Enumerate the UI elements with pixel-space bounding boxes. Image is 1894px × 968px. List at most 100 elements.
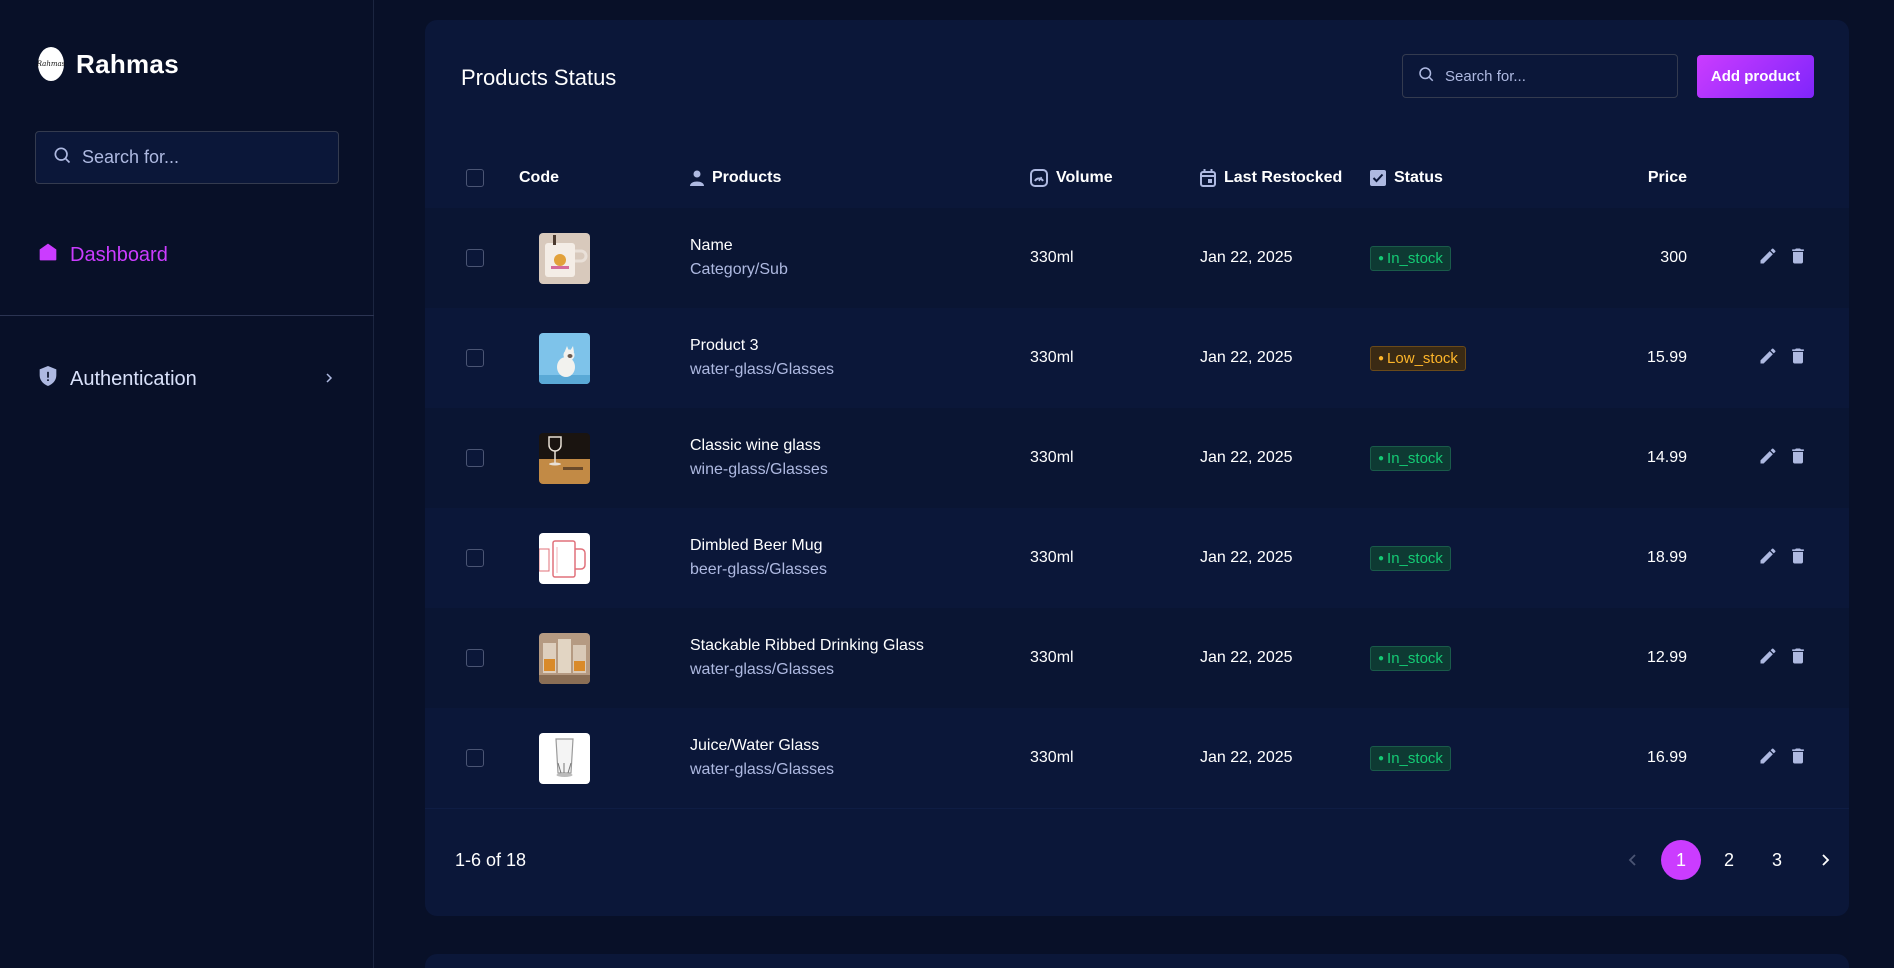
chevron-left-icon	[1628, 854, 1636, 866]
header-products-label: Products	[712, 169, 782, 186]
products-search-input[interactable]	[1445, 67, 1665, 85]
next-page-button[interactable]	[1805, 840, 1845, 880]
product-thumbnail	[539, 432, 590, 484]
product-name[interactable]: Juice/Water Glass	[690, 737, 834, 755]
brand[interactable]: Rahmas Rahmas	[37, 47, 179, 81]
status-cell: ● Low_stock	[1370, 345, 1466, 371]
product-name[interactable]: Dimbled Beer Mug	[690, 537, 827, 555]
table-row[interactable]: Classic wine glass wine-glass/Glasses 33…	[425, 408, 1849, 508]
edit-icon[interactable]	[1758, 346, 1778, 371]
chevron-right-icon	[1822, 854, 1830, 866]
product-cell: Dimbled Beer Mug beer-glass/Glasses	[690, 537, 827, 579]
table-row[interactable]: Name Category/Sub 330ml Jan 22, 2025 ● In…	[425, 208, 1849, 308]
row-check-cell	[466, 249, 484, 267]
add-product-button[interactable]: Add product	[1697, 55, 1814, 98]
row-checkbox[interactable]	[466, 449, 484, 467]
brand-name: Rahmas	[76, 48, 179, 79]
table-row[interactable]: Product 3 water-glass/Glasses 330ml Jan …	[425, 308, 1849, 408]
products-search[interactable]	[1402, 54, 1678, 98]
product-name[interactable]: Product 3	[690, 337, 834, 355]
date-cell: Jan 22, 2025	[1200, 549, 1293, 566]
header-volume[interactable]: Volume	[1030, 168, 1113, 187]
product-thumbnail	[539, 632, 590, 684]
edit-icon[interactable]	[1758, 746, 1778, 771]
product-cell: Stackable Ribbed Drinking Glass water-gl…	[690, 637, 924, 679]
home-icon	[38, 242, 58, 268]
delete-icon[interactable]	[1788, 446, 1808, 471]
row-check-cell	[466, 449, 484, 467]
delete-icon[interactable]	[1788, 646, 1808, 671]
row-checkbox[interactable]	[466, 549, 484, 567]
page-title: Products Status	[461, 65, 617, 90]
product-category: water-glass/Glasses	[690, 661, 835, 678]
row-checkbox[interactable]	[466, 349, 484, 367]
header-products[interactable]: Products	[690, 169, 781, 187]
previous-page-button[interactable]	[1613, 840, 1653, 880]
next-card	[425, 954, 1849, 968]
delete-icon[interactable]	[1788, 246, 1808, 271]
header-price[interactable]: Price	[1648, 169, 1687, 187]
sidebar-search[interactable]	[35, 131, 339, 184]
date-cell: Jan 22, 2025	[1200, 349, 1293, 366]
product-thumbnail	[539, 232, 590, 284]
row-check-cell	[466, 749, 484, 767]
status-dot: ●	[1378, 753, 1385, 765]
gauge-icon	[1030, 168, 1048, 187]
page-1-button[interactable]: 1	[1661, 840, 1701, 880]
status-text: In_stock	[1387, 449, 1443, 467]
sidebar: Rahmas Rahmas Dashboard Authentication	[0, 0, 374, 968]
edit-icon[interactable]	[1758, 546, 1778, 571]
header-status[interactable]: Status	[1370, 169, 1443, 187]
edit-icon[interactable]	[1758, 646, 1778, 671]
header-last-restocked[interactable]: Last Restocked	[1200, 168, 1343, 187]
volume-cell: 330ml	[1030, 649, 1074, 666]
checkbox-icon	[1370, 169, 1386, 186]
delete-icon[interactable]	[1788, 546, 1808, 571]
row-checkbox[interactable]	[466, 249, 484, 267]
select-all-checkbox[interactable]	[466, 169, 484, 187]
product-name[interactable]: Stackable Ribbed Drinking Glass	[690, 637, 924, 655]
row-actions	[1758, 246, 1808, 271]
date-cell: Jan 22, 2025	[1200, 249, 1293, 266]
header-code[interactable]: Code	[519, 169, 559, 187]
shield-icon	[38, 365, 58, 393]
product-thumbnail	[539, 532, 590, 584]
status-text: Low_stock	[1387, 349, 1458, 367]
nav-dashboard[interactable]: Dashboard	[38, 242, 168, 268]
product-thumbnail	[539, 732, 590, 784]
nav-authentication[interactable]: Authentication	[38, 365, 334, 393]
status-dot: ●	[1378, 553, 1385, 565]
status-text: In_stock	[1387, 649, 1443, 667]
status-badge: ● In_stock	[1370, 645, 1451, 671]
header-last-restocked-label: Last Restocked	[1224, 169, 1343, 187]
price-cell: 14.99	[1646, 449, 1687, 466]
calendar-icon	[1200, 168, 1216, 187]
status-dot: ●	[1378, 353, 1385, 365]
page-2-button[interactable]: 2	[1709, 840, 1749, 880]
edit-icon[interactable]	[1758, 446, 1778, 471]
status-dot: ●	[1378, 253, 1385, 265]
product-name[interactable]: Classic wine glass	[690, 437, 828, 455]
user-icon	[690, 170, 704, 186]
status-cell: ● In_stock	[1370, 545, 1451, 571]
sidebar-search-input[interactable]	[82, 147, 322, 168]
price-cell: 16.99	[1646, 749, 1687, 766]
delete-icon[interactable]	[1788, 346, 1808, 371]
volume-cell: 330ml	[1030, 549, 1074, 566]
table-row[interactable]: Dimbled Beer Mug beer-glass/Glasses 330m…	[425, 508, 1849, 608]
row-checkbox[interactable]	[466, 649, 484, 667]
volume-cell: 330ml	[1030, 749, 1074, 766]
row-checkbox[interactable]	[466, 749, 484, 767]
header-status-label: Status	[1394, 169, 1443, 186]
nav-authentication-label: Authentication	[70, 367, 197, 390]
page-3-button[interactable]: 3	[1757, 840, 1797, 880]
delete-icon[interactable]	[1788, 746, 1808, 771]
table-row[interactable]: Juice/Water Glass water-glass/Glasses 33…	[425, 708, 1849, 808]
edit-icon[interactable]	[1758, 246, 1778, 271]
table-row[interactable]: Stackable Ribbed Drinking Glass water-gl…	[425, 608, 1849, 708]
status-text: In_stock	[1387, 249, 1443, 267]
status-badge: ● In_stock	[1370, 745, 1451, 771]
row-actions	[1758, 346, 1808, 371]
date-cell: Jan 22, 2025	[1200, 749, 1293, 766]
product-name[interactable]: Name	[690, 237, 788, 255]
